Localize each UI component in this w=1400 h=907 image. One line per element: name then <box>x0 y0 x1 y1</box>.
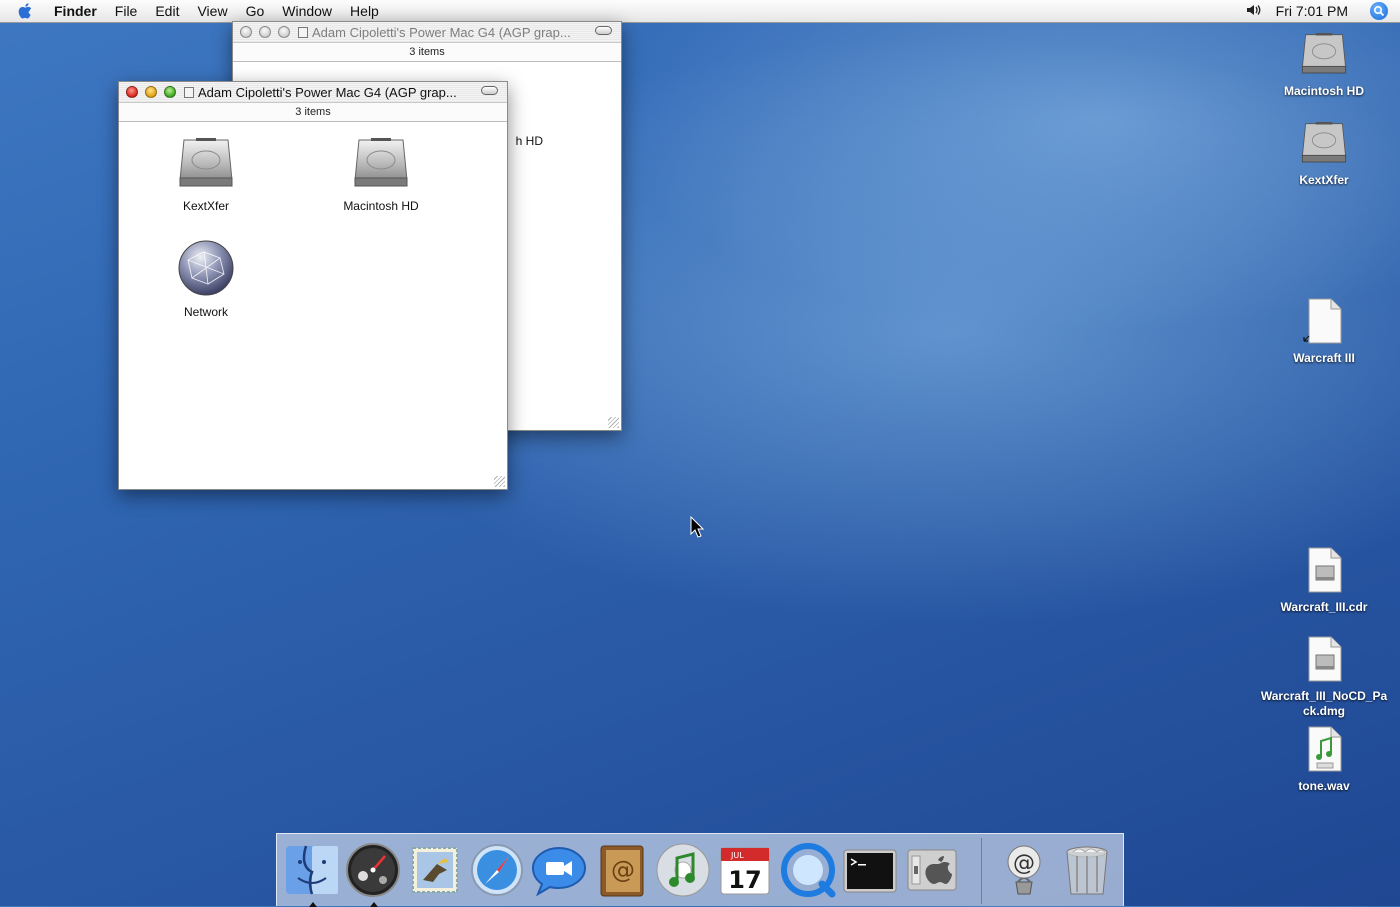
item-label: tone.wav <box>1298 779 1350 793</box>
disk-image-icon <box>1254 635 1394 686</box>
menu-help[interactable]: Help <box>341 0 388 22</box>
ichat-icon[interactable] <box>530 841 588 899</box>
menu-go[interactable]: Go <box>237 0 274 22</box>
ical-day: 17 <box>728 866 761 894</box>
minimize-button[interactable] <box>259 26 271 38</box>
window-titlebar[interactable]: Adam Cipoletti's Power Mac G4 (AGP grap.… <box>119 82 507 103</box>
hard-drive-icon <box>321 132 441 195</box>
toolbar-toggle-button[interactable] <box>481 86 498 95</box>
item-label: Warcraft_III.cdr <box>1280 600 1368 614</box>
zoom-button[interactable] <box>278 26 290 38</box>
hard-drive-icon <box>146 132 266 195</box>
dock: @ JUL 17 @ <box>276 833 1124 907</box>
volume-icon[interactable] <box>1246 3 1262 20</box>
item-label-line: ck.dmg <box>1302 704 1345 718</box>
alias-document-icon <box>1254 297 1394 348</box>
zoom-button[interactable] <box>164 86 176 98</box>
address-book-icon[interactable]: @ <box>592 841 650 899</box>
system-preferences-icon[interactable] <box>903 841 961 899</box>
computer-icon <box>298 26 308 38</box>
finder-icon[interactable] <box>283 841 341 907</box>
status-bar: 3 items <box>233 43 621 62</box>
menu-extras: Fri 7:01 PM <box>1246 0 1400 22</box>
menu-finder[interactable]: Finder <box>50 0 106 22</box>
terminal-icon[interactable] <box>841 841 899 899</box>
running-indicator <box>309 902 317 907</box>
window-title: Adam Cipoletti's Power Mac G4 (AGP grap.… <box>298 25 571 40</box>
finder-item-kextxfer[interactable]: KextXfer <box>146 132 266 213</box>
mouse-pointer-icon <box>690 515 705 543</box>
item-label: Macintosh HD <box>1283 84 1364 98</box>
menu-edit[interactable]: Edit <box>146 0 188 22</box>
running-indicator <box>370 902 378 907</box>
desktop-item-macintosh-hd[interactable]: Macintosh HD <box>1254 28 1394 99</box>
item-label: Warcraft_III_NoCD_Pa ck.dmg <box>1254 689 1394 719</box>
quicktime-icon[interactable] <box>779 841 837 899</box>
menu-file[interactable]: File <box>106 0 147 22</box>
dashboard-icon[interactable] <box>344 841 402 907</box>
item-label: Warcraft III <box>1293 351 1355 365</box>
ical-icon[interactable]: JUL 17 <box>716 841 774 899</box>
finder-item-macintosh-hd[interactable]: Macintosh HD <box>321 132 441 213</box>
close-button[interactable] <box>126 86 138 98</box>
audio-file-icon <box>1254 725 1394 776</box>
item-label: KextXfer <box>1299 173 1349 187</box>
safari-icon[interactable] <box>468 841 526 899</box>
item-label: Macintosh HD <box>343 199 419 213</box>
svg-text:@: @ <box>611 856 635 884</box>
ical-month: JUL <box>730 851 744 860</box>
window-title: Adam Cipoletti's Power Mac G4 (AGP grap.… <box>184 85 457 100</box>
dock-separator <box>981 838 982 904</box>
close-button[interactable] <box>240 26 252 38</box>
apple-icon[interactable] <box>16 1 36 21</box>
status-bar: 3 items <box>119 103 507 122</box>
desktop-item-warcraft-cdr[interactable]: Warcraft_III.cdr <box>1254 546 1394 615</box>
menu-bar: Finder File Edit View Go Window Help Fri… <box>0 0 1400 23</box>
itunes-icon[interactable] <box>654 841 712 899</box>
internet-location-icon[interactable]: @ <box>995 841 1053 899</box>
disk-image-icon <box>1254 546 1394 597</box>
window-titlebar[interactable]: Adam Cipoletti's Power Mac G4 (AGP grap.… <box>233 22 621 43</box>
finder-item-network[interactable]: Network <box>146 238 266 319</box>
resize-grip[interactable] <box>608 417 619 428</box>
menu-window[interactable]: Window <box>273 0 341 22</box>
computer-icon <box>184 86 194 98</box>
window-controls <box>240 26 290 38</box>
desktop-item-kextxfer[interactable]: KextXfer <box>1254 117 1394 188</box>
mail-icon[interactable] <box>406 841 464 899</box>
menu-clock[interactable]: Fri 7:01 PM <box>1276 3 1348 19</box>
toolbar-toggle-button[interactable] <box>595 26 612 35</box>
desktop-item-warcraft-nocd-dmg[interactable]: Warcraft_III_NoCD_Pa ck.dmg <box>1254 635 1394 719</box>
hard-drive-icon <box>1254 28 1394 81</box>
trash-icon[interactable] <box>1058 841 1116 899</box>
spotlight-icon[interactable] <box>1370 2 1388 20</box>
network-globe-icon <box>146 238 266 301</box>
item-label: KextXfer <box>182 199 230 213</box>
window-title-text: Adam Cipoletti's Power Mac G4 (AGP grap.… <box>312 24 571 40</box>
menu-view[interactable]: View <box>188 0 236 22</box>
resize-grip[interactable] <box>494 476 505 487</box>
window-title-text: Adam Cipoletti's Power Mac G4 (AGP grap.… <box>198 84 457 100</box>
desktop-item-warcraft-iii[interactable]: Warcraft III <box>1254 297 1394 366</box>
svg-text:@: @ <box>1013 851 1035 876</box>
window-controls <box>126 86 176 98</box>
item-label: Network <box>183 305 228 319</box>
desktop-item-tone-wav[interactable]: tone.wav <box>1254 725 1394 794</box>
minimize-button[interactable] <box>145 86 157 98</box>
hard-drive-icon <box>1254 117 1394 170</box>
item-label-line: Warcraft_III_NoCD_Pa <box>1260 689 1388 703</box>
finder-window[interactable]: Adam Cipoletti's Power Mac G4 (AGP grap.… <box>118 81 508 490</box>
